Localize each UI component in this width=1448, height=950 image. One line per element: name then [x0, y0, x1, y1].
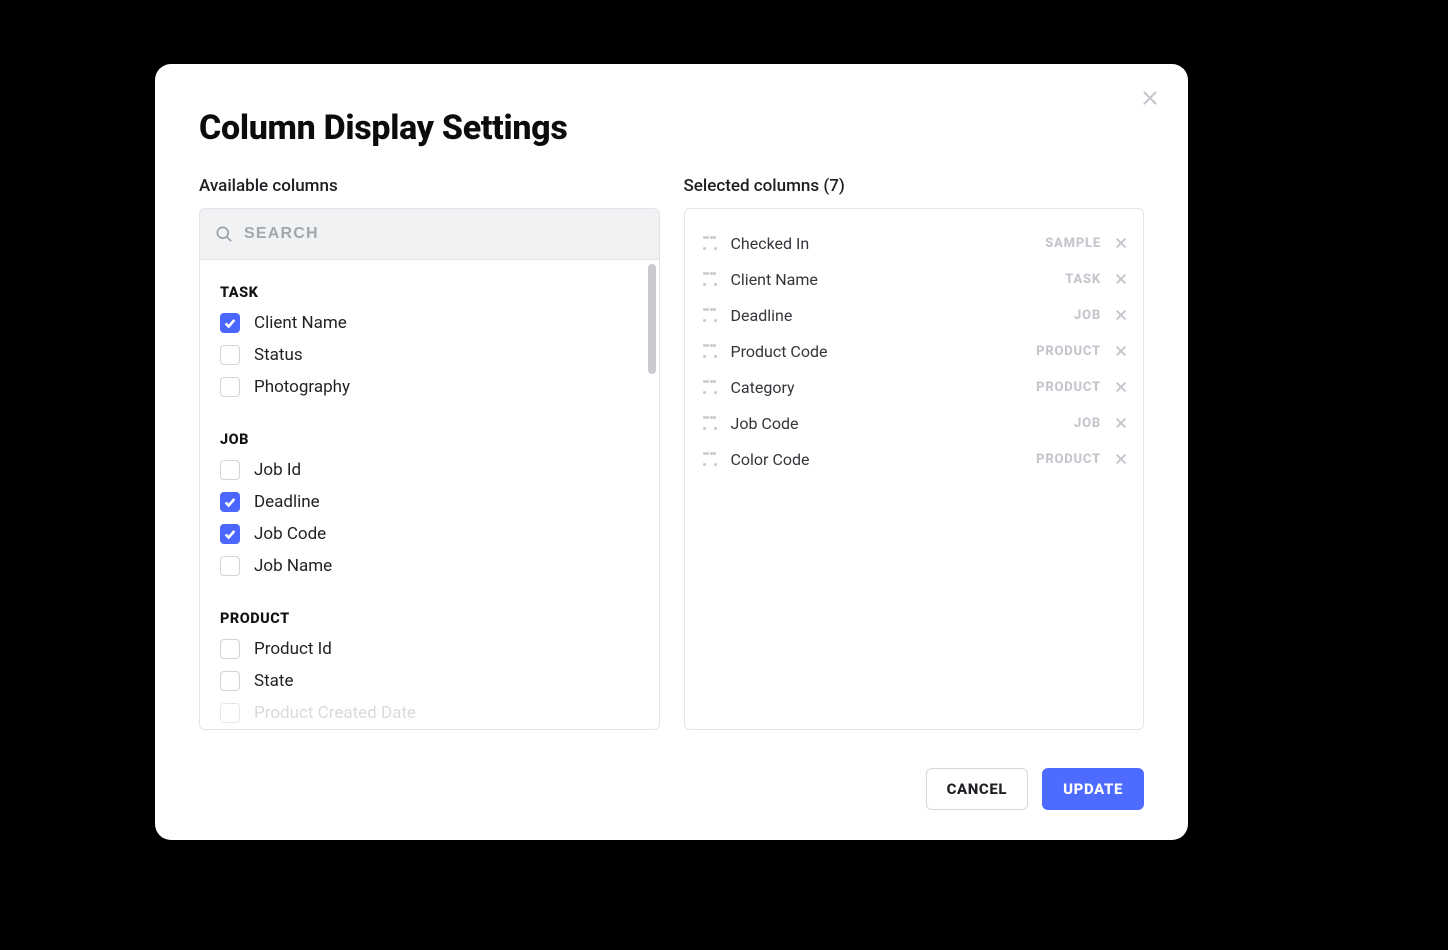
option-label: Product Created Date	[254, 703, 416, 723]
selected-item-client-name[interactable]: Client Name TASK	[699, 261, 1130, 297]
selected-item-label: Client Name	[731, 270, 1066, 289]
option-label: Product Id	[254, 639, 332, 659]
checkbox[interactable]	[220, 460, 240, 480]
checkbox[interactable]	[220, 345, 240, 365]
search-bar	[199, 208, 660, 260]
option-job-name[interactable]: Job Name	[220, 550, 639, 582]
selected-item-label: Deadline	[731, 306, 1074, 325]
checkbox[interactable]	[220, 524, 240, 544]
option-client-name[interactable]: Client Name	[220, 307, 639, 339]
option-label: State	[254, 671, 293, 691]
available-list: TASK Client Name Status Photography	[200, 260, 659, 729]
search-input[interactable]	[244, 225, 463, 243]
drag-handle-icon[interactable]	[701, 450, 719, 468]
group-header-job: JOB	[220, 431, 639, 448]
update-button[interactable]: UPDATE	[1042, 768, 1144, 810]
option-label: Job Id	[254, 460, 301, 480]
available-columns-panel: Available columns TASK Client Name	[199, 176, 660, 730]
selected-columns-panel: Selected columns (7) Checked In SAMPLE C…	[684, 176, 1145, 730]
column-display-settings-dialog: Column Display Settings Available column…	[155, 64, 1188, 840]
close-button[interactable]	[1136, 84, 1164, 112]
drag-handle-icon[interactable]	[701, 306, 719, 324]
option-job-id[interactable]: Job Id	[220, 454, 639, 486]
dialog-title: Column Display Settings	[199, 108, 1144, 148]
checkbox[interactable]	[220, 671, 240, 691]
drag-handle-icon[interactable]	[701, 342, 719, 360]
selected-item-category[interactable]: Category PRODUCT	[699, 369, 1130, 405]
remove-button[interactable]	[1113, 307, 1129, 323]
remove-button[interactable]	[1113, 271, 1129, 287]
remove-button[interactable]	[1113, 235, 1129, 251]
selected-item-color-code[interactable]: Color Code PRODUCT	[699, 441, 1130, 477]
selected-item-deadline[interactable]: Deadline JOB	[699, 297, 1130, 333]
selected-item-tag: JOB	[1074, 308, 1101, 323]
option-label: Photography	[254, 377, 350, 397]
drag-handle-icon[interactable]	[701, 270, 719, 288]
drag-handle-icon[interactable]	[701, 378, 719, 396]
remove-button[interactable]	[1113, 415, 1129, 431]
selected-item-tag: SAMPLE	[1045, 236, 1101, 251]
remove-button[interactable]	[1113, 379, 1129, 395]
selected-item-label: Product Code	[731, 342, 1037, 361]
option-product-id[interactable]: Product Id	[220, 633, 639, 665]
selected-item-label: Job Code	[731, 414, 1074, 433]
checkbox[interactable]	[220, 313, 240, 333]
scrollbar-thumb[interactable]	[648, 264, 656, 374]
selected-item-checked-in[interactable]: Checked In SAMPLE	[699, 225, 1130, 261]
option-label: Job Name	[254, 556, 332, 576]
checkbox[interactable]	[220, 556, 240, 576]
checkbox[interactable]	[220, 492, 240, 512]
selected-item-tag: PRODUCT	[1036, 380, 1101, 395]
option-label: Status	[254, 345, 303, 365]
option-state[interactable]: State	[220, 665, 639, 697]
option-deadline[interactable]: Deadline	[220, 486, 639, 518]
group-header-product: PRODUCT	[220, 610, 639, 627]
checkbox[interactable]	[220, 639, 240, 659]
available-label: Available columns	[199, 176, 660, 196]
cancel-button[interactable]: CANCEL	[926, 768, 1029, 810]
remove-button[interactable]	[1113, 451, 1129, 467]
selected-item-label: Checked In	[731, 234, 1046, 253]
option-photography[interactable]: Photography	[220, 371, 639, 403]
option-product-created-date[interactable]: Product Created Date	[220, 697, 639, 729]
group-header-task: TASK	[220, 284, 639, 301]
selected-item-tag: PRODUCT	[1036, 452, 1101, 467]
option-label: Deadline	[254, 492, 320, 512]
selected-item-product-code[interactable]: Product Code PRODUCT	[699, 333, 1130, 369]
selected-item-tag: TASK	[1065, 272, 1101, 287]
selected-item-tag: PRODUCT	[1036, 344, 1101, 359]
selected-item-label: Category	[731, 378, 1037, 397]
remove-button[interactable]	[1113, 343, 1129, 359]
selected-item-tag: JOB	[1074, 416, 1101, 431]
selected-item-label: Color Code	[731, 450, 1037, 469]
drag-handle-icon[interactable]	[701, 414, 719, 432]
selected-item-job-code[interactable]: Job Code JOB	[699, 405, 1130, 441]
selected-list: Checked In SAMPLE Client Name TASK Deadl…	[684, 208, 1145, 730]
option-label: Job Code	[254, 524, 326, 544]
option-label: Client Name	[254, 313, 347, 333]
search-icon	[214, 224, 234, 244]
option-status[interactable]: Status	[220, 339, 639, 371]
option-job-code[interactable]: Job Code	[220, 518, 639, 550]
close-icon	[1139, 87, 1161, 109]
checkbox[interactable]	[220, 703, 240, 723]
selected-label: Selected columns (7)	[684, 176, 1145, 196]
drag-handle-icon[interactable]	[701, 234, 719, 252]
checkbox[interactable]	[220, 377, 240, 397]
